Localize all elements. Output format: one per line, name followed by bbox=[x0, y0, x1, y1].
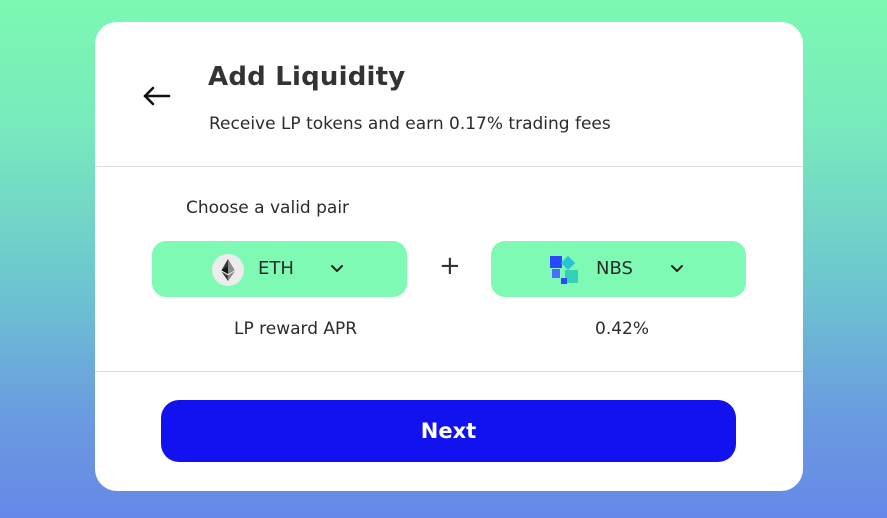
nbs-icon bbox=[550, 255, 578, 284]
pair-plus-sign: + bbox=[439, 251, 461, 281]
apr-value: 0.42% bbox=[595, 319, 650, 339]
chevron-down-icon bbox=[671, 265, 683, 272]
token-b-select[interactable]: NBS bbox=[491, 241, 746, 297]
token-a-symbol: ETH bbox=[258, 258, 294, 279]
page-subtitle: Receive LP tokens and earn 0.17% trading… bbox=[209, 114, 611, 134]
eth-icon bbox=[212, 254, 244, 286]
arrow-left-icon bbox=[143, 86, 171, 106]
apr-label: LP reward APR bbox=[234, 319, 358, 339]
page-title: Add Liquidity bbox=[208, 62, 406, 92]
token-a-select[interactable]: ETH bbox=[152, 241, 407, 297]
token-b-symbol: NBS bbox=[596, 258, 633, 279]
add-liquidity-card: Add Liquidity Receive LP tokens and earn… bbox=[95, 22, 803, 491]
pair-label: Choose a valid pair bbox=[186, 198, 350, 218]
chevron-down-icon bbox=[331, 265, 343, 272]
divider bbox=[95, 371, 803, 372]
next-button[interactable]: Next bbox=[161, 400, 736, 462]
dialog-header: Add Liquidity Receive LP tokens and earn… bbox=[95, 22, 803, 167]
back-button[interactable] bbox=[141, 82, 173, 110]
